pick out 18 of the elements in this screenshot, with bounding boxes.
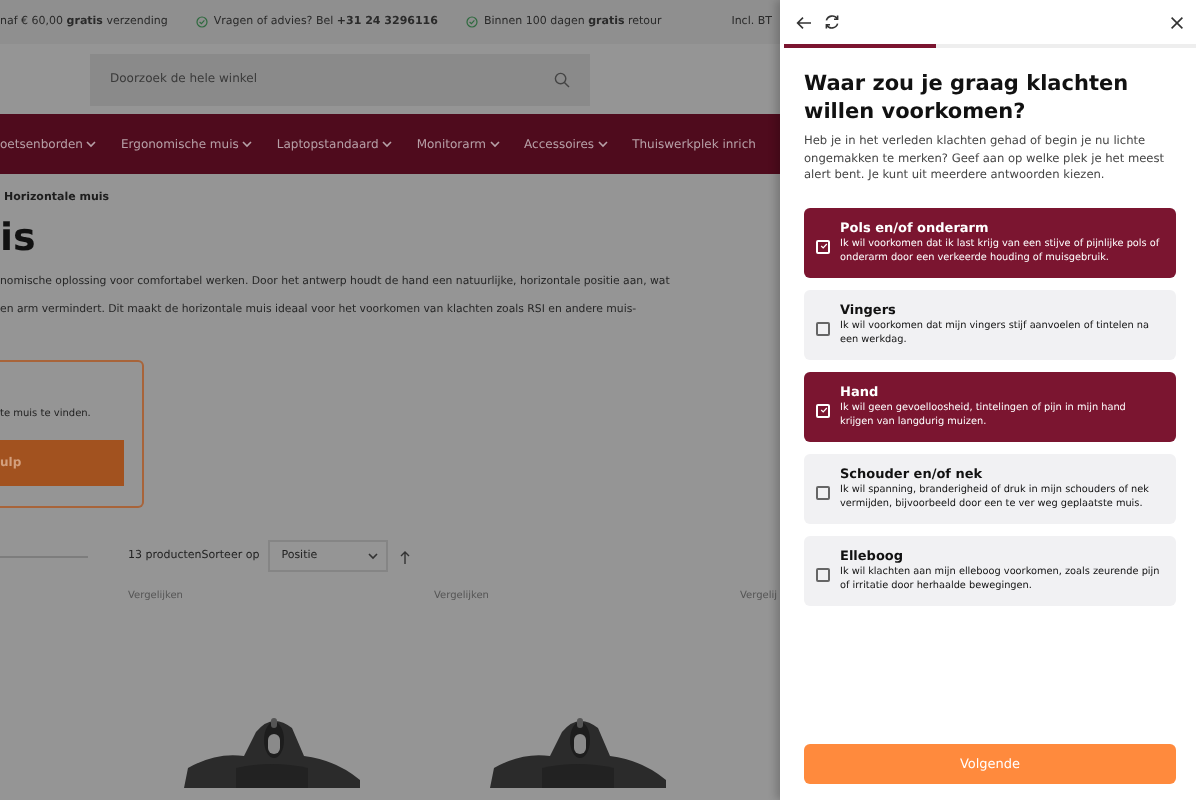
page-title: is — [0, 216, 38, 260]
chevron-down-icon — [490, 140, 501, 148]
arrow-up-icon[interactable] — [399, 549, 410, 563]
search-icon — [554, 71, 570, 87]
checkbox[interactable] — [816, 485, 830, 499]
chevron-down-icon — [598, 140, 609, 148]
check-circle-icon — [465, 16, 478, 28]
chevron-down-icon — [382, 140, 393, 148]
chevron-down-icon — [367, 552, 378, 560]
chevron-down-icon — [242, 140, 253, 148]
checkbox[interactable] — [816, 321, 830, 335]
check-circle-icon — [195, 16, 208, 28]
back-arrow-icon[interactable] — [796, 15, 812, 29]
close-icon[interactable] — [1170, 15, 1184, 29]
refresh-icon[interactable] — [824, 14, 840, 30]
question-title: Waar zou je graag klachten willen voorkomen? — [804, 70, 1131, 126]
checkbox[interactable] — [816, 567, 830, 581]
chevron-down-icon — [86, 140, 97, 148]
